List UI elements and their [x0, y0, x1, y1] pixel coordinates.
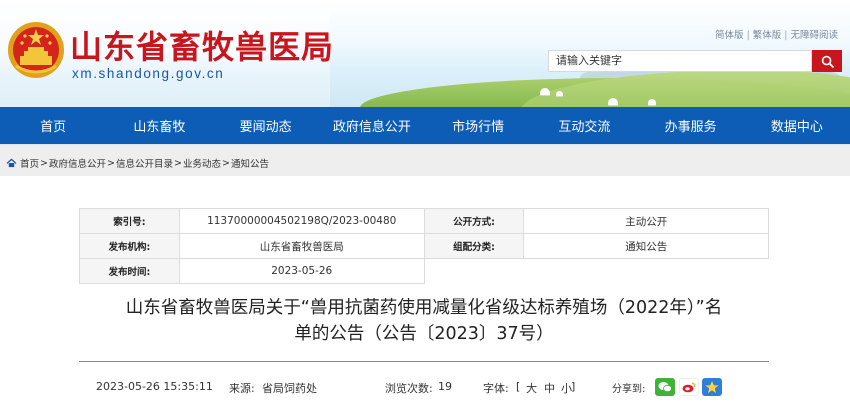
breadcrumb-separator: >	[173, 157, 182, 169]
breadcrumb-bar: 首页 > 政府信息公开 > 信息公开目录 > 业务动态 > 通知公告	[0, 144, 850, 176]
font-size-large[interactable]: 大	[526, 380, 537, 396]
yurt-image	[556, 91, 563, 96]
views-count: 19	[438, 380, 452, 393]
nav-item-services[interactable]: 办事服务	[638, 107, 744, 144]
breadcrumb-gov-info[interactable]: 政府信息公开	[49, 156, 106, 170]
site-domain: xm.shandong.gov.cn	[72, 66, 225, 81]
breadcrumb: 首页 > 政府信息公开 > 信息公开目录 > 业务动态 > 通知公告	[6, 156, 269, 170]
nav-item-shandong-livestock[interactable]: 山东畜牧	[106, 107, 212, 144]
source-label: 来源:	[229, 382, 255, 395]
nav-item-gov-info[interactable]: 政府信息公开	[319, 107, 425, 144]
qzone-icon	[705, 381, 719, 393]
wechat-icon	[658, 382, 672, 393]
publish-datetime: 2023-05-26 15:35:11	[96, 380, 213, 393]
breadcrumb-home[interactable]: 首页	[20, 156, 39, 170]
info-table: 索引号: 11370000004502198Q/2023-00480 公开方式:…	[79, 208, 769, 284]
national-emblem-icon	[8, 22, 64, 78]
publisher-label: 发布机构:	[79, 233, 180, 259]
empty-cell	[424, 258, 524, 284]
table-row: 发布机构: 山东省畜牧兽医局 组配分类: 通知公告	[79, 233, 769, 259]
article-title: 山东省畜牧兽医局关于“兽用抗菌药使用减量化省级达标养殖场（2022年）”名 单的…	[79, 295, 769, 347]
nav-item-home[interactable]: 首页	[0, 107, 106, 144]
yurt-image	[608, 98, 618, 105]
disclosure-label: 公开方式:	[423, 208, 525, 234]
separator: |	[784, 30, 788, 41]
share-label: 分享到:	[612, 384, 646, 395]
source-value: 省局饲药处	[262, 382, 317, 395]
nav-item-news[interactable]: 要闻动态	[213, 107, 319, 144]
breadcrumb-separator: >	[221, 157, 230, 169]
site-header: 山东省畜牧兽医局 xm.shandong.gov.cn 简体版 | 繁体版 | 无障碍阅…	[0, 0, 850, 107]
yurt-image	[540, 88, 550, 95]
index-label: 索引号:	[79, 208, 180, 234]
views-label: 浏览次数:	[385, 382, 433, 395]
breadcrumb-catalog[interactable]: 信息公开目录	[116, 156, 173, 170]
weibo-icon	[682, 382, 696, 393]
breadcrumb-separator: >	[107, 157, 115, 169]
separator: |	[746, 30, 750, 41]
table-row: 索引号: 11370000004502198Q/2023-00480 公开方式:…	[79, 208, 769, 234]
divider	[79, 361, 769, 362]
category-value: 通知公告	[523, 233, 769, 259]
traditional-link[interactable]: 繁体版	[753, 30, 782, 41]
share-wechat[interactable]	[655, 378, 675, 396]
simplified-link[interactable]: 简体版	[715, 30, 744, 41]
search-input[interactable]	[548, 50, 812, 72]
accessibility-link[interactable]: 无障碍阅读	[790, 30, 838, 41]
nav-item-market[interactable]: 市场行情	[425, 107, 531, 144]
breadcrumb-separator: >	[40, 157, 48, 169]
main-nav: 首页 山东畜牧 要闻动态 政府信息公开 市场行情 互动交流 办事服务 数据中心	[0, 107, 850, 144]
article-title-line: 山东省畜牧兽医局关于“兽用抗菌药使用减量化省级达标养殖场（2022年）”名	[125, 298, 723, 318]
home-icon	[6, 158, 17, 168]
yurt-image	[648, 99, 656, 105]
disclosure-value: 主动公开	[523, 208, 769, 234]
article-title-line: 单的公告（公告〔2023〕37号）	[294, 324, 554, 344]
nav-item-interaction[interactable]: 互动交流	[531, 107, 637, 144]
page: { "header": { "site_title": "山东省畜牧兽医局", …	[0, 0, 850, 411]
font-size-label: 字体:	[483, 382, 509, 395]
font-size-medium[interactable]: 中	[544, 380, 555, 396]
share-weibo[interactable]	[679, 378, 699, 396]
category-label: 组配分类:	[423, 233, 525, 259]
date-value: 2023-05-26	[178, 258, 425, 284]
font-size-bracket: ]	[571, 380, 576, 393]
breadcrumb-notices[interactable]: 通知公告	[231, 156, 269, 170]
index-value: 11370000004502198Q/2023-00480	[178, 208, 425, 234]
publisher-value: 山东省畜牧兽医局	[178, 233, 425, 259]
share-qzone[interactable]	[702, 378, 722, 396]
empty-cell	[523, 258, 769, 284]
search-icon	[821, 55, 834, 68]
font-size-bracket: [	[516, 380, 521, 393]
table-row: 发布时间: 2023-05-26	[79, 258, 769, 284]
breadcrumb-business-news[interactable]: 业务动态	[183, 156, 221, 170]
nav-item-data-center[interactable]: 数据中心	[744, 107, 850, 144]
site-title[interactable]: 山东省畜牧兽医局	[70, 22, 334, 68]
search-button[interactable]	[812, 50, 842, 72]
top-links: 简体版 | 繁体版 | 无障碍阅读	[715, 27, 838, 41]
date-label: 发布时间:	[79, 258, 180, 284]
